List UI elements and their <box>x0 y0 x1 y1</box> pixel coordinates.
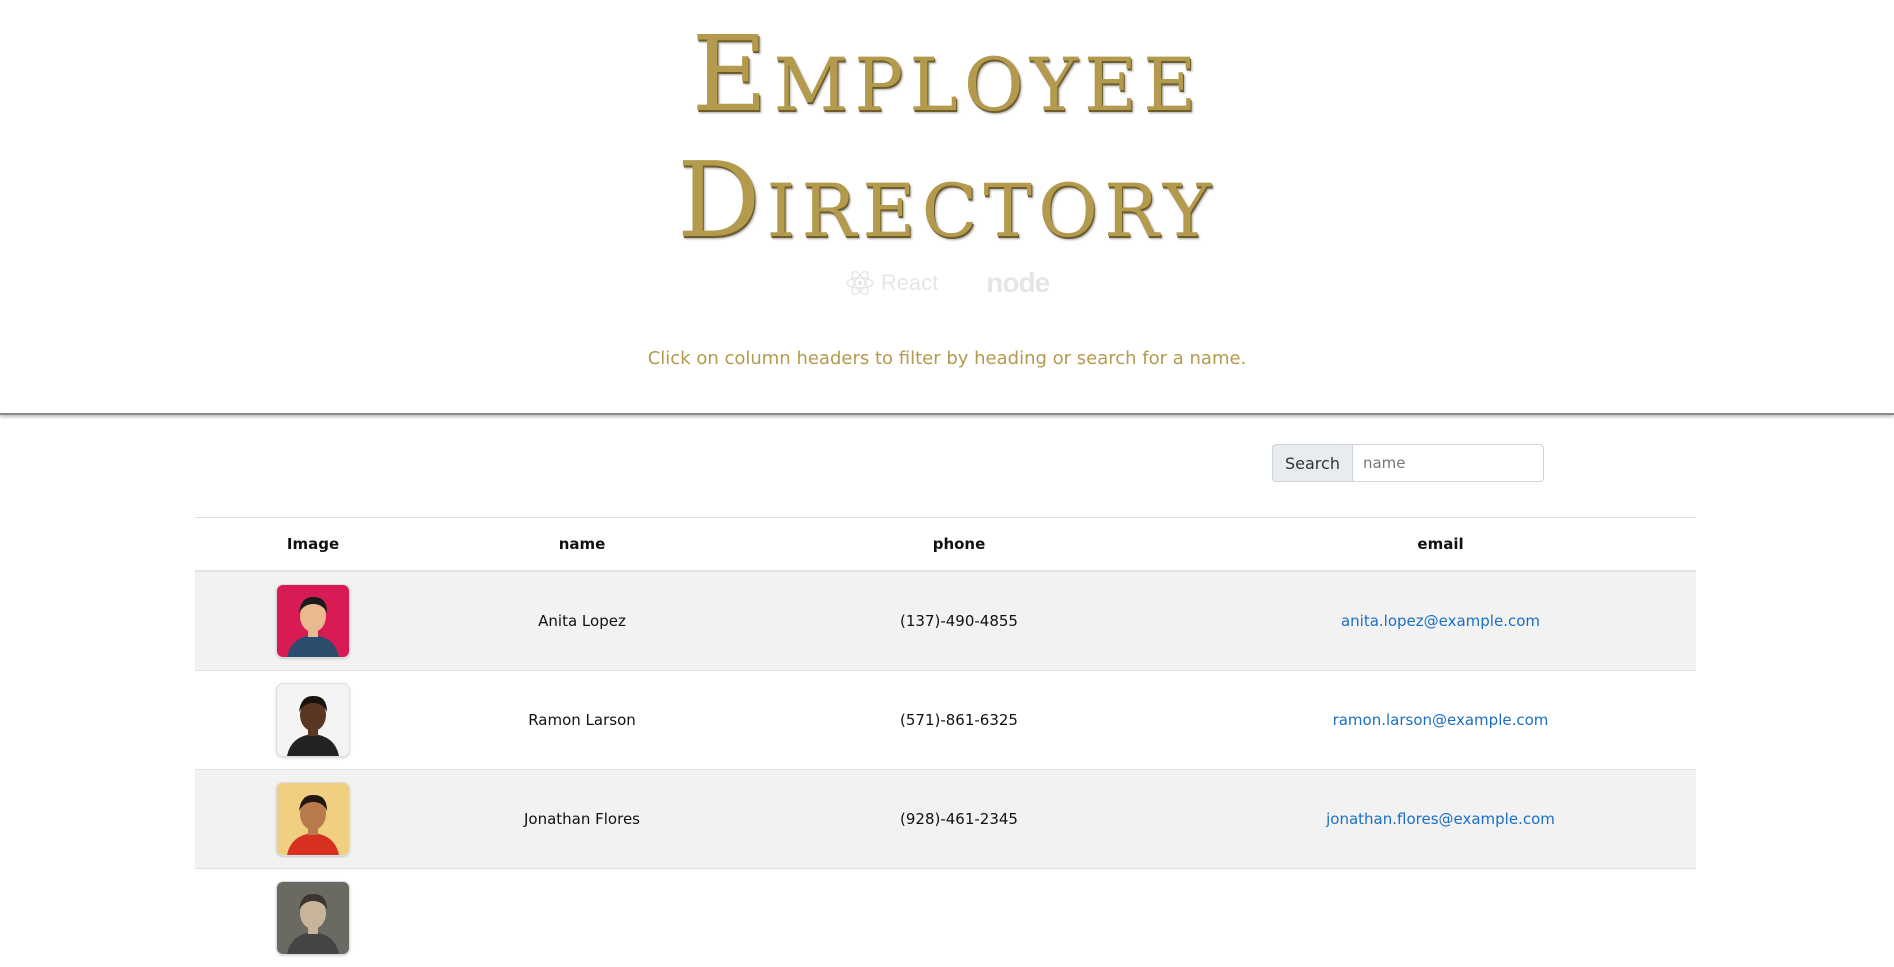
cell-email <box>1185 869 1696 967</box>
column-header-name[interactable]: name <box>431 518 733 572</box>
email-link[interactable]: anita.lopez@example.com <box>1341 612 1540 630</box>
table-header-row: Image name phone email <box>195 518 1696 572</box>
cell-email: jonathan.flores@example.com <box>1185 770 1696 869</box>
page-title-line2: Directory <box>0 140 1894 260</box>
column-header-email[interactable]: email <box>1185 518 1696 572</box>
cell-phone: (137)-490-4855 <box>733 571 1185 671</box>
avatar <box>277 684 349 756</box>
person-photo-icon <box>277 783 349 855</box>
cell-name: Jonathan Flores <box>431 770 733 869</box>
page-subtitle: Click on column headers to filter by hea… <box>0 348 1894 369</box>
cell-image <box>195 869 431 967</box>
node-label: node <box>986 267 1049 299</box>
person-photo-icon <box>277 882 349 954</box>
cell-image <box>195 770 431 869</box>
cell-email: anita.lopez@example.com <box>1185 571 1696 671</box>
avatar <box>277 882 349 954</box>
email-link[interactable]: jonathan.flores@example.com <box>1326 810 1555 828</box>
react-logo: React <box>845 267 938 299</box>
table-row: Ramon Larson(571)-861-6325 ramon.larson@e… <box>195 671 1696 770</box>
cell-name: Ramon Larson <box>431 671 733 770</box>
cell-phone: (571)-861-6325 <box>733 671 1185 770</box>
table-row: Anita Lopez(137)-490-4855 anita.lopez@exa… <box>195 571 1696 671</box>
person-photo-icon <box>277 585 349 657</box>
cell-image <box>195 571 431 671</box>
avatar <box>277 585 349 657</box>
email-link[interactable]: ramon.larson@example.com <box>1333 711 1549 729</box>
person-photo-icon <box>277 684 349 756</box>
search-input[interactable] <box>1352 444 1544 482</box>
cell-name <box>431 869 733 967</box>
employee-table: Image name phone email Anita Lopez(137)-… <box>195 517 1696 967</box>
cell-image <box>195 671 431 770</box>
tech-logos: React node <box>0 267 1894 299</box>
table-row <box>195 869 1696 967</box>
search-group: Search <box>1272 444 1544 482</box>
column-header-image[interactable]: Image <box>195 518 431 572</box>
avatar <box>277 783 349 855</box>
page-title-line1: Employee <box>0 14 1894 134</box>
column-header-phone[interactable]: phone <box>733 518 1185 572</box>
table-row: Jonathan Flores(928)-461-2345 jonathan.fl… <box>195 770 1696 869</box>
cell-email: ramon.larson@example.com <box>1185 671 1696 770</box>
page-header: Employee Directory React node Click on c… <box>0 0 1894 415</box>
cell-name: Anita Lopez <box>431 571 733 671</box>
react-icon <box>845 268 875 298</box>
react-label: React <box>881 270 938 296</box>
table-body: Anita Lopez(137)-490-4855 anita.lopez@exa… <box>195 571 1696 967</box>
search-label: Search <box>1272 444 1352 482</box>
cell-phone <box>733 869 1185 967</box>
cell-phone: (928)-461-2345 <box>733 770 1185 869</box>
node-logo: node <box>986 267 1049 299</box>
